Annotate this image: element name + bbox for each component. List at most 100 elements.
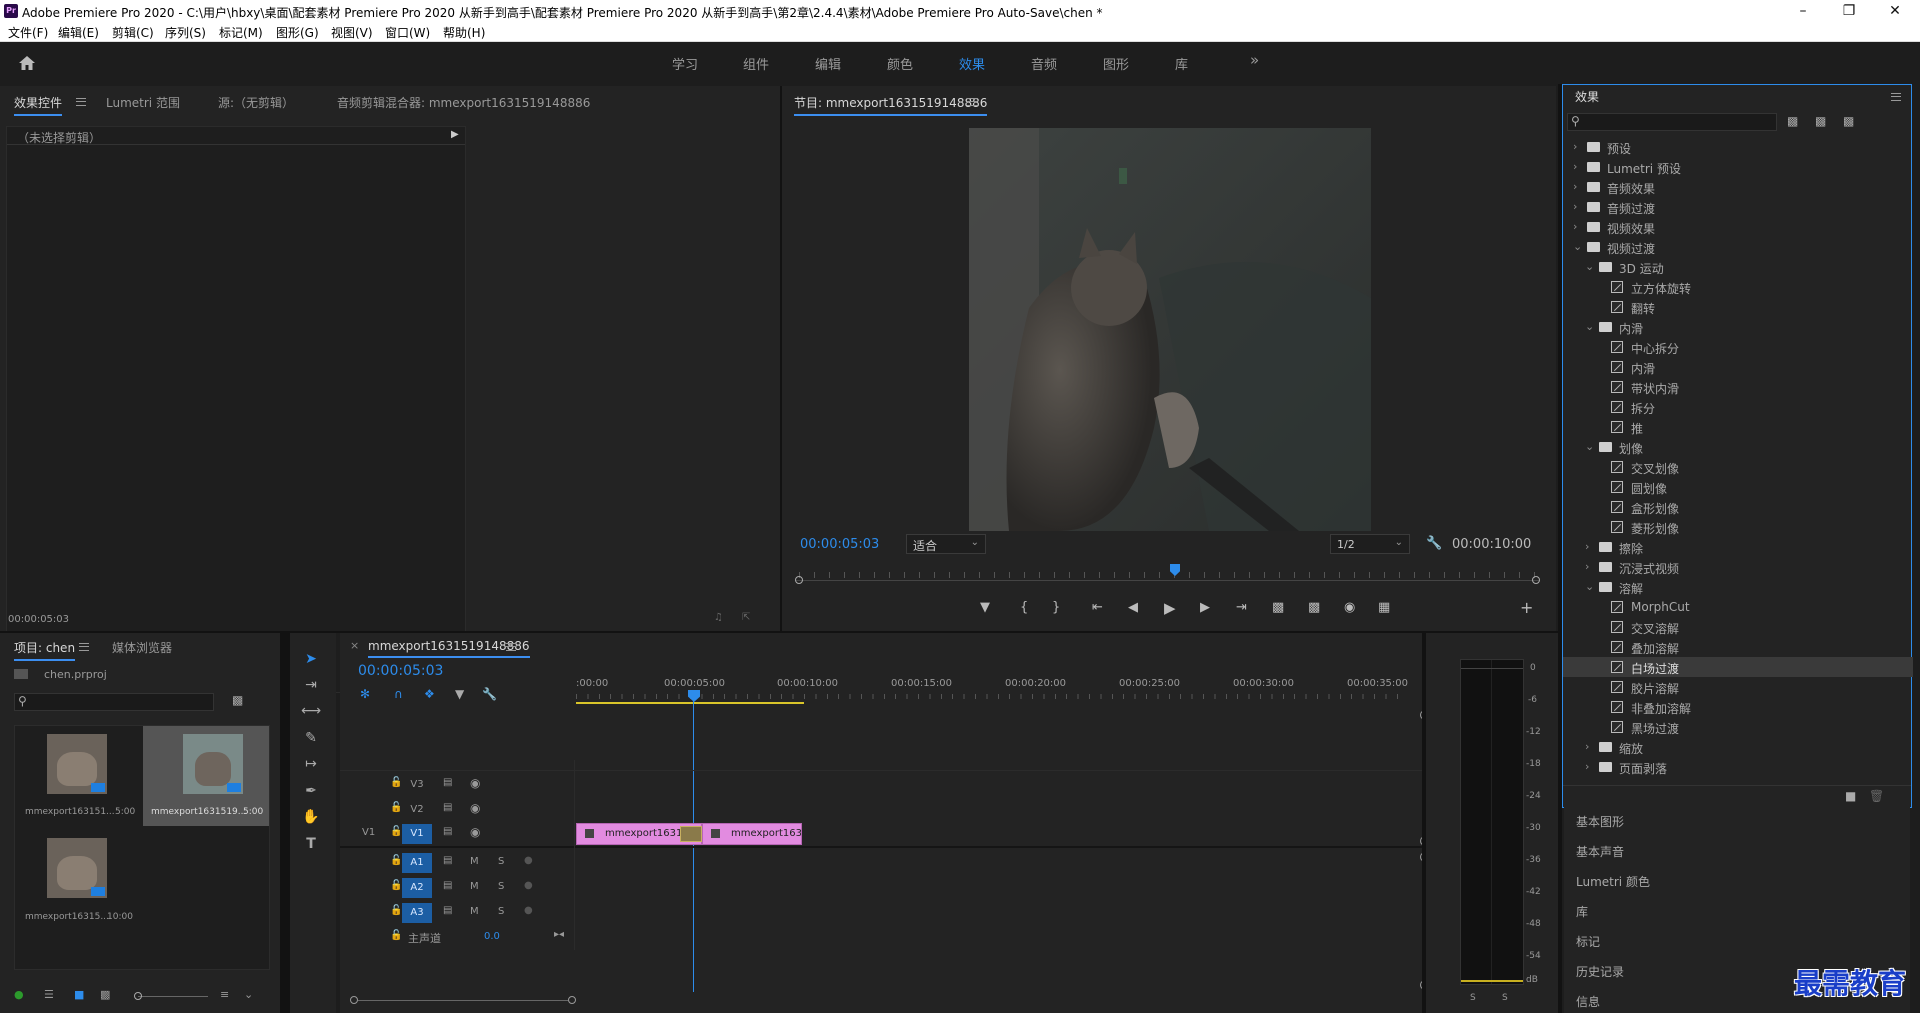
chevron-right-icon[interactable]: › — [1573, 220, 1577, 233]
more-workspaces-icon[interactable]: » — [1250, 51, 1259, 69]
extract-icon[interactable]: ▩ — [1308, 600, 1320, 615]
effect-item[interactable]: 中心拆分 — [1563, 337, 1913, 357]
effect-item[interactable]: 叠加溶解 — [1563, 637, 1913, 657]
selection-tool-icon[interactable]: ➤ — [300, 651, 322, 673]
menu-help[interactable]: 帮助(H) — [443, 24, 485, 41]
home-icon[interactable] — [18, 54, 36, 72]
sync-lock-icon[interactable]: ▤ — [443, 826, 452, 837]
timeline-timecode[interactable]: 00:00:05:03 — [358, 663, 443, 679]
chevron-right-icon[interactable]: › — [1573, 180, 1577, 193]
chevron-down-icon[interactable]: ⌄ — [1585, 260, 1594, 273]
timeline-settings-icon[interactable]: 🔧 — [482, 687, 497, 701]
effect-folder[interactable]: ⌄ 溶解 — [1563, 577, 1913, 597]
lock-icon[interactable]: 🔓 — [390, 802, 402, 813]
solo-button[interactable]: S — [498, 906, 504, 917]
step-back-icon[interactable]: ◀ — [1128, 600, 1138, 615]
lock-icon[interactable]: 🔓 — [390, 880, 402, 891]
effect-item[interactable]: 推 — [1563, 417, 1913, 437]
snap-magnet-icon[interactable]: ∩ — [394, 687, 403, 701]
close-button[interactable]: ✕ — [1872, 2, 1918, 20]
lock-icon[interactable]: 🔓 — [390, 826, 402, 837]
restore-button[interactable]: ❐ — [1826, 2, 1872, 20]
transition-marker[interactable] — [680, 826, 702, 842]
libraries-panel[interactable]: 库 — [1564, 896, 1910, 926]
workspace-graphics[interactable]: 图形 — [1103, 54, 1129, 73]
eye-icon[interactable]: ◉ — [470, 776, 480, 790]
meter-solo-left[interactable]: S — [1470, 993, 1476, 1003]
chevron-down-icon[interactable]: ⌄ — [1585, 320, 1594, 333]
effect-item[interactable]: 交叉溶解 — [1563, 617, 1913, 637]
effect-item[interactable]: 胶片溶解 — [1563, 677, 1913, 697]
menu-marker[interactable]: 标记(M) — [219, 24, 263, 41]
tab-effect-controls[interactable]: 效果控件 — [14, 94, 63, 116]
timeline-ruler[interactable]: :00:00 00:00:05:00 00:00:10:00 00:00:15:… — [574, 670, 1408, 706]
work-area-bar[interactable] — [576, 702, 804, 704]
icon-view-icon[interactable]: ■ — [74, 988, 84, 1001]
voiceover-mic-icon[interactable]: ● — [524, 905, 533, 916]
sort-icon[interactable]: ≡ — [220, 988, 229, 1001]
tab-audio-clip-mixer[interactable]: 音频剪辑混合器: mmexport1631519148886 — [337, 94, 590, 111]
workspace-libraries[interactable]: 库 — [1175, 54, 1188, 73]
freeform-view-icon[interactable]: ▩ — [100, 988, 110, 1001]
lock-icon[interactable]: ● — [14, 988, 24, 1001]
chevron-down-icon[interactable]: ⌄ — [1585, 580, 1594, 593]
32bit-effects-icon[interactable]: ▩ — [1815, 114, 1826, 128]
track-target-v1[interactable]: V1 — [402, 824, 432, 844]
solo-button[interactable]: S — [498, 856, 504, 867]
effect-item[interactable]: 盒形划像 — [1563, 497, 1913, 517]
track-target-a1[interactable]: A1 — [402, 853, 432, 873]
workspace-assembly[interactable]: 组件 — [743, 54, 769, 73]
lock-icon[interactable]: 🔓 — [390, 905, 402, 916]
workspace-effects[interactable]: 效果 — [959, 54, 985, 73]
menu-graphics[interactable]: 图形(G) — [276, 24, 319, 41]
chevron-down-icon[interactable]: ⌄ — [1573, 240, 1582, 253]
go-to-out-icon[interactable]: ⇥ — [1236, 600, 1247, 615]
menu-file[interactable]: 文件(F) — [8, 24, 48, 41]
sync-lock-icon[interactable]: ▤ — [443, 855, 452, 866]
effects-menu-icon[interactable] — [1891, 93, 1901, 101]
chevron-down-icon[interactable]: ⌄ — [244, 988, 253, 1001]
export-audio-icon[interactable]: ♫ — [714, 612, 723, 623]
panel-menu-icon[interactable] — [76, 98, 86, 106]
track-target-a3[interactable]: A3 — [402, 903, 432, 923]
menu-edit[interactable]: 编辑(E) — [58, 24, 99, 41]
source-patch-v1[interactable]: V1 — [362, 827, 375, 838]
effect-folder[interactable]: ⌄ 划像 — [1563, 437, 1913, 457]
lumetri-color-panel[interactable]: Lumetri 颜色 — [1564, 866, 1910, 896]
lock-icon[interactable]: 🔓 — [390, 777, 402, 788]
eye-icon[interactable]: ◉ — [470, 825, 480, 839]
markers-panel[interactable]: 标记 — [1564, 926, 1910, 956]
sync-lock-icon[interactable]: ▤ — [443, 802, 452, 813]
effect-item[interactable]: 非叠加溶解 — [1563, 697, 1913, 717]
zoom-slider-handle[interactable] — [134, 992, 142, 1000]
track-select-tool-icon[interactable]: ⇥ — [300, 677, 322, 699]
lock-icon[interactable]: 🔓 — [390, 855, 402, 866]
go-to-edit-point-icon[interactable]: ▸◂ — [554, 929, 564, 940]
linked-selection-icon[interactable]: ❖ — [424, 687, 435, 701]
ripple-edit-tool-icon[interactable]: ⟷ — [300, 703, 322, 725]
chevron-right-icon[interactable]: › — [1585, 760, 1589, 773]
comparison-view-icon[interactable]: ▦ — [1378, 600, 1390, 615]
horizontal-scrollbar[interactable] — [350, 994, 1420, 1004]
effect-folder[interactable]: › Lumetri 预设 — [1563, 157, 1913, 177]
master-volume-value[interactable]: 0.0 — [484, 931, 500, 942]
list-view-icon[interactable]: ☰ — [44, 988, 54, 1001]
effect-item[interactable]: 菱形划像 — [1563, 517, 1913, 537]
add-marker-icon[interactable]: ▼ — [980, 600, 990, 615]
step-forward-icon[interactable]: ▶ — [1200, 600, 1210, 615]
mark-out-icon[interactable]: } — [1052, 600, 1060, 615]
close-sequence-icon[interactable]: × — [350, 639, 359, 652]
go-to-in-icon[interactable]: ⇤ — [1092, 600, 1103, 615]
sync-lock-icon[interactable]: ▤ — [443, 905, 452, 916]
menu-sequence[interactable]: 序列(S) — [165, 24, 206, 41]
menu-window[interactable]: 窗口(W) — [385, 24, 430, 41]
project-search-input[interactable]: ⚲ — [14, 693, 214, 711]
add-button-icon[interactable]: + — [1520, 598, 1533, 617]
solo-button[interactable]: S — [498, 881, 504, 892]
playback-resolution-select[interactable]: 1/2 ⌄ — [1330, 534, 1410, 554]
effect-folder[interactable]: › 音频过渡 — [1563, 197, 1913, 217]
program-scrubber[interactable] — [795, 570, 1540, 584]
zoom-fit-select[interactable]: 适合 ⌄ — [906, 534, 986, 554]
effect-item[interactable]: 内滑 — [1563, 357, 1913, 377]
effect-item[interactable]: 黑场过渡 — [1563, 717, 1913, 737]
